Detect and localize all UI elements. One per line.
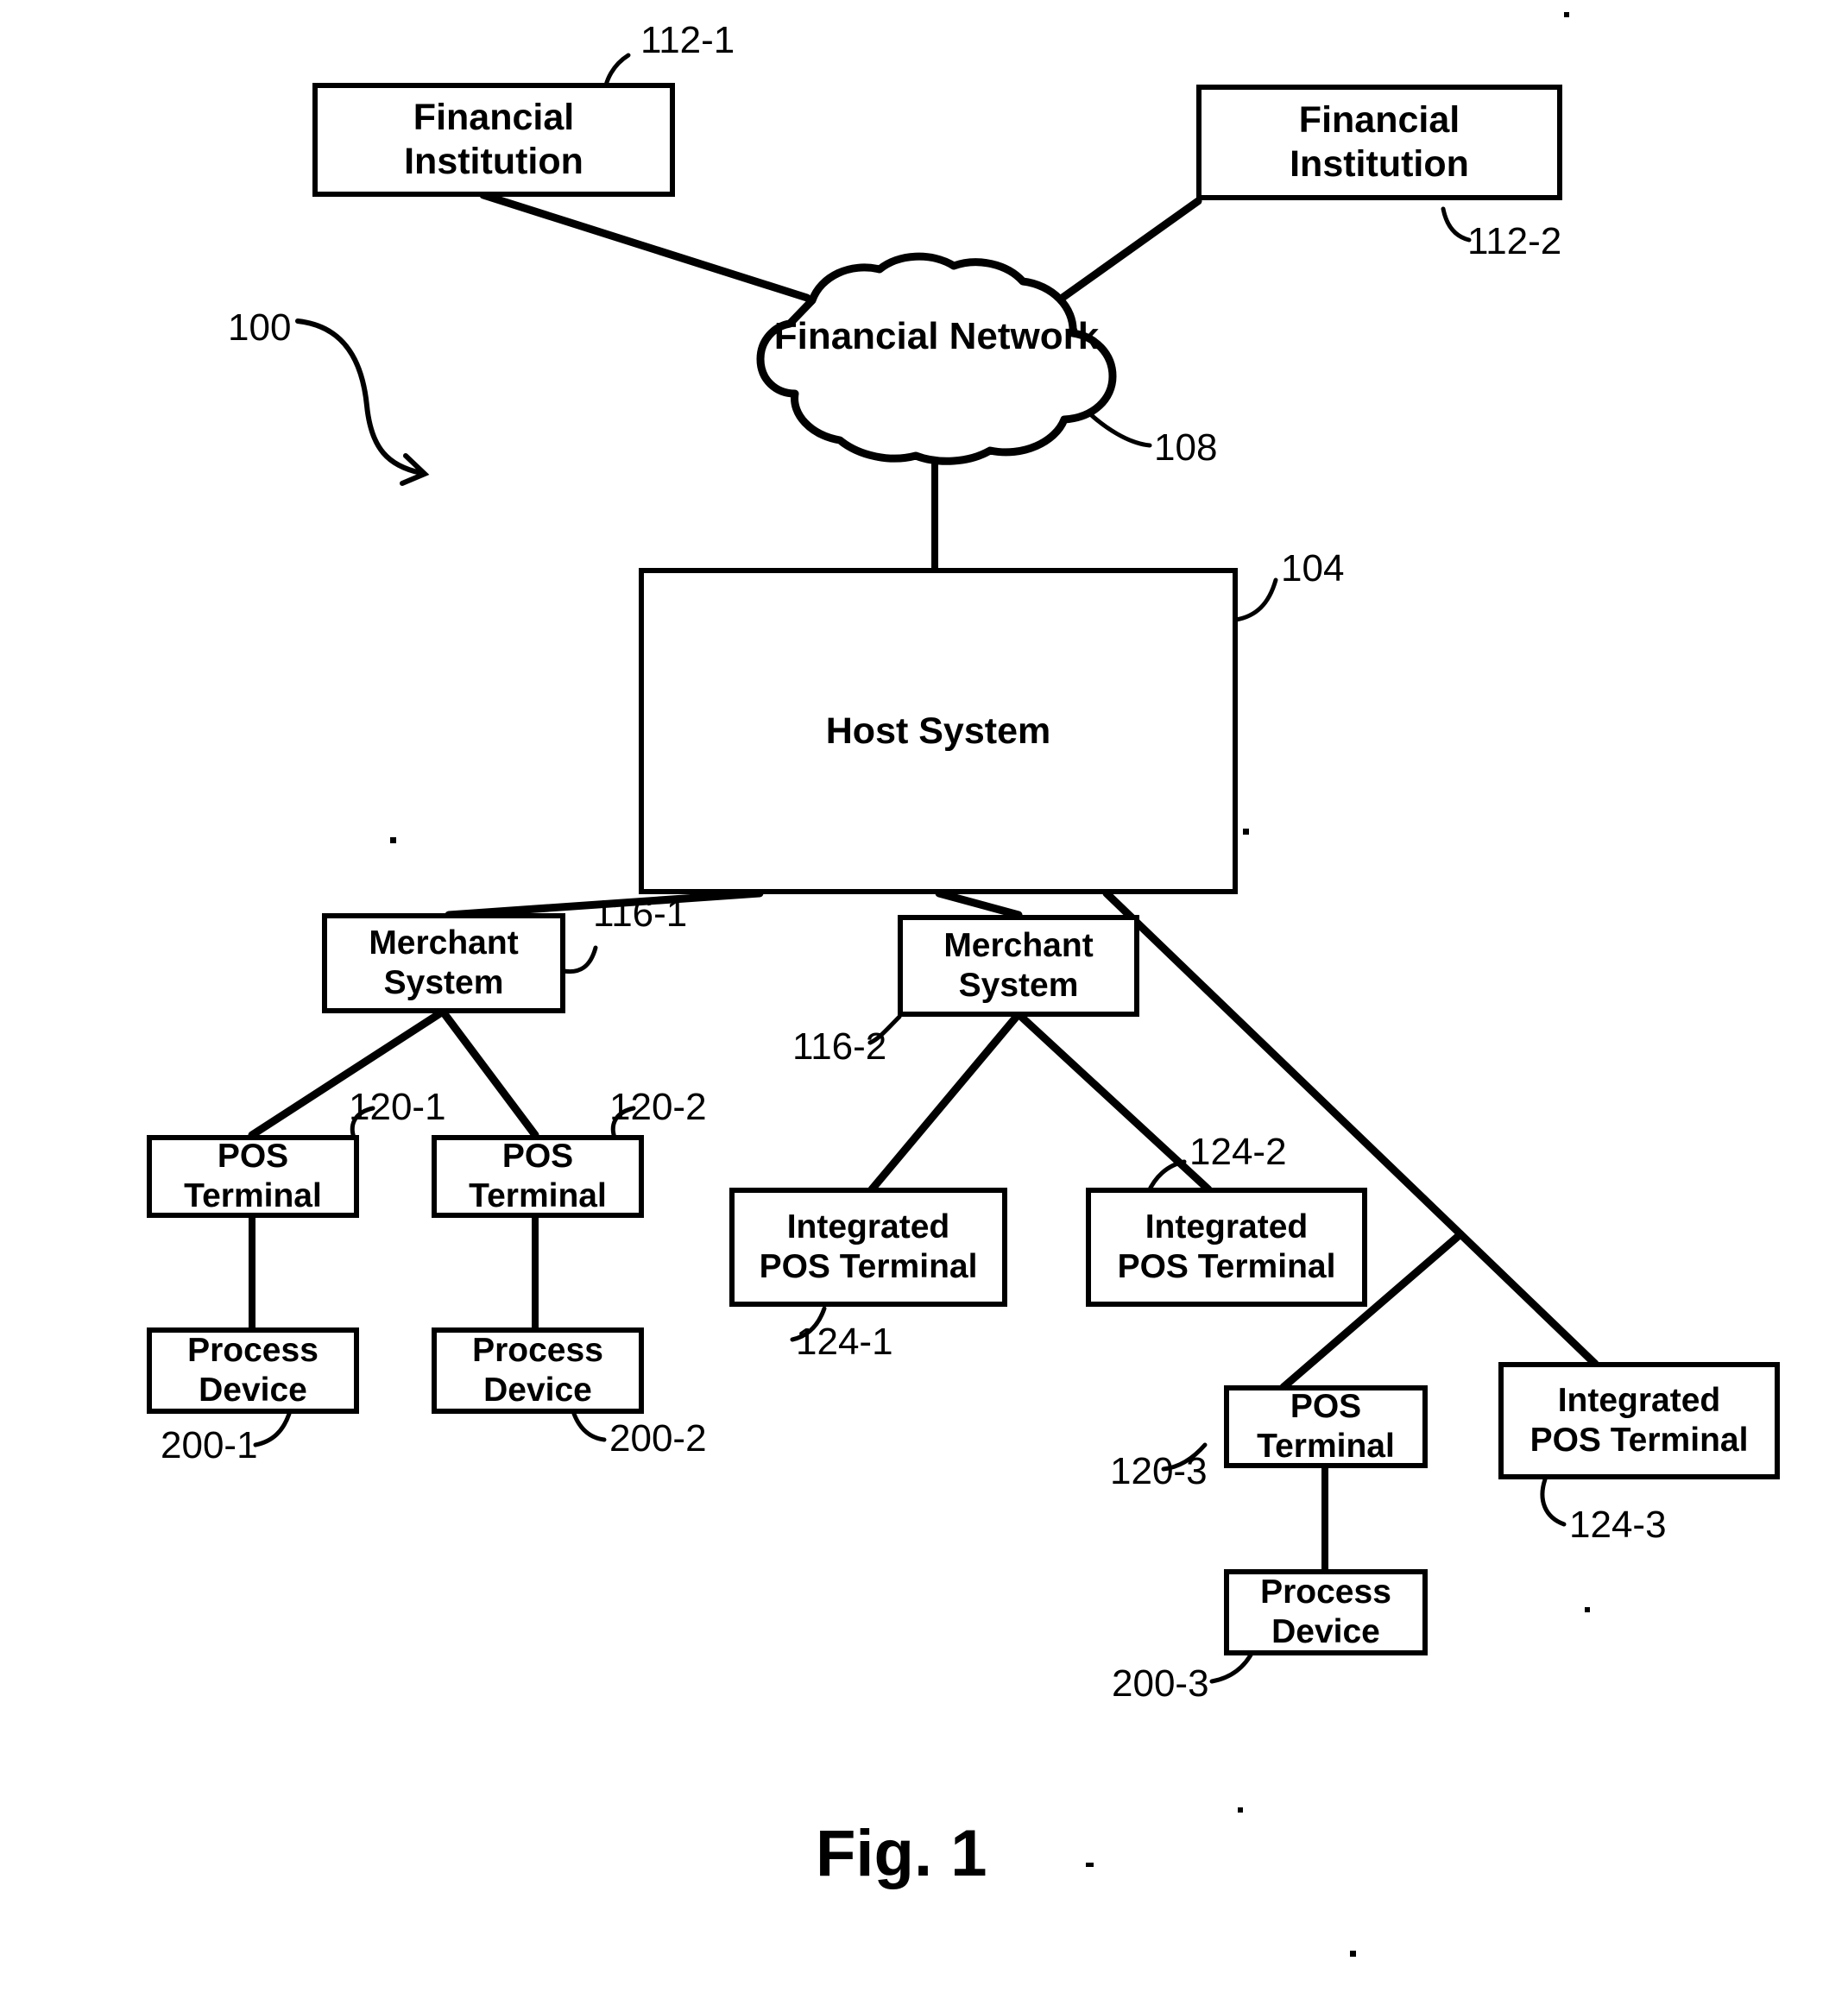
process-device-3-label: Process Device: [1260, 1573, 1391, 1650]
process-device-1-label: Process Device: [187, 1331, 319, 1409]
scan-speck: [1238, 1807, 1243, 1813]
leader-116-1: [561, 945, 598, 974]
integrated-pos-terminal-3-label: Integrated POS Terminal: [1529, 1381, 1749, 1459]
integrated-pos-terminal-2-box[interactable]: Integrated POS Terminal: [1086, 1188, 1367, 1307]
financial-institution-1-label: Financial Institution: [404, 97, 583, 182]
link-host-ms2: [935, 889, 1023, 919]
financial-network-cloud: [756, 252, 1117, 465]
leader-124-3: [1540, 1477, 1567, 1527]
merchant-system-2-box[interactable]: Merchant System: [898, 915, 1139, 1017]
ref-116-2: 116-2: [792, 1025, 887, 1068]
pos-terminal-1-box[interactable]: POS Terminal: [147, 1135, 359, 1218]
arrowhead-100: [400, 453, 430, 486]
process-device-3-box[interactable]: Process Device: [1224, 1569, 1428, 1655]
figure-caption: Fig. 1: [816, 1817, 987, 1890]
link-ms2-ipos2: [1014, 1010, 1213, 1194]
process-device-2-box[interactable]: Process Device: [432, 1327, 644, 1414]
pos-terminal-3-label: POS Terminal: [1257, 1387, 1395, 1465]
ref-112-2: 112-2: [1467, 220, 1562, 262]
ref-124-1: 124-1: [796, 1321, 893, 1363]
patent-figure-page: Financial Network Financial Institution F…: [0, 0, 1848, 1999]
scan-speck: [1086, 1863, 1094, 1867]
process-device-1-box[interactable]: Process Device: [147, 1327, 359, 1414]
leader-112-2: [1441, 206, 1472, 243]
link-ms2-ipos1: [867, 1010, 1023, 1194]
pos-terminal-1-label: POS Terminal: [184, 1137, 322, 1214]
integrated-pos-terminal-2-label: Integrated POS Terminal: [1117, 1208, 1336, 1285]
ref-200-1: 200-1: [161, 1424, 258, 1466]
host-system-box[interactable]: Host System: [639, 568, 1238, 894]
ref-120-2: 120-2: [609, 1086, 707, 1128]
pos-terminal-2-box[interactable]: POS Terminal: [432, 1135, 644, 1218]
ref-124-3: 124-3: [1569, 1504, 1667, 1546]
integrated-pos-terminal-3-box[interactable]: Integrated POS Terminal: [1498, 1362, 1780, 1479]
pos-terminal-2-label: POS Terminal: [469, 1137, 607, 1214]
link-ms1-pos2: [438, 1007, 539, 1139]
pos-terminal-3-box[interactable]: POS Terminal: [1224, 1385, 1428, 1468]
merchant-system-1-label: Merchant System: [369, 924, 519, 1001]
financial-network-label: Financial Network: [773, 315, 1100, 357]
ref-104: 104: [1281, 547, 1345, 590]
ref-200-2: 200-2: [609, 1417, 707, 1460]
integrated-pos-terminal-1-box[interactable]: Integrated POS Terminal: [729, 1188, 1007, 1307]
ref-120-1: 120-1: [349, 1086, 446, 1128]
ref-200-3: 200-3: [1112, 1662, 1209, 1705]
financial-institution-2-box[interactable]: Financial Institution: [1196, 85, 1562, 200]
scan-speck: [1350, 1951, 1356, 1957]
ref-108: 108: [1154, 426, 1218, 469]
leader-100: [295, 318, 424, 476]
ref-116-1: 116-1: [593, 892, 688, 935]
scan-speck: [390, 837, 396, 843]
process-device-2-label: Process Device: [472, 1331, 603, 1409]
integrated-pos-terminal-1-label: Integrated POS Terminal: [759, 1208, 978, 1285]
host-system-label: Host System: [825, 709, 1051, 752]
scan-speck: [1585, 1607, 1590, 1612]
ref-120-3: 120-3: [1110, 1450, 1208, 1492]
leader-200-1: [253, 1411, 292, 1447]
financial-institution-1-box[interactable]: Financial Institution: [312, 83, 675, 197]
leader-200-2: [571, 1411, 607, 1442]
scan-speck: [1564, 12, 1569, 17]
scan-speck: [1243, 829, 1249, 835]
leader-104: [1233, 577, 1278, 622]
financial-institution-2-label: Financial Institution: [1290, 99, 1469, 185]
ref-112-1: 112-1: [640, 19, 735, 61]
ref-124-2: 124-2: [1189, 1131, 1287, 1173]
ref-100: 100: [228, 306, 292, 349]
merchant-system-1-box[interactable]: Merchant System: [322, 913, 565, 1013]
merchant-system-2-label: Merchant System: [943, 926, 1094, 1004]
